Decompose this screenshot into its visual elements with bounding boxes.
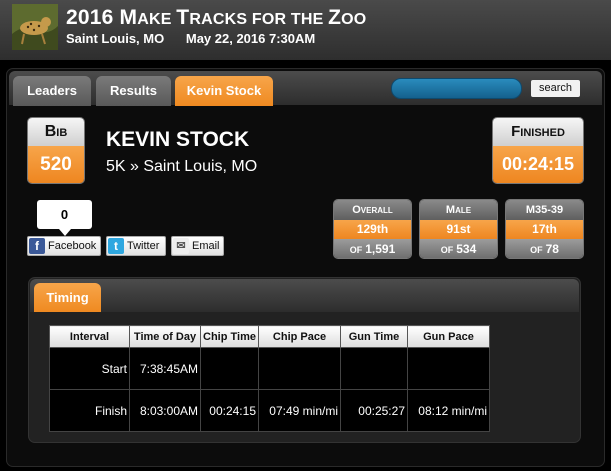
table-row: Start 7:38:45AM: [49, 347, 490, 390]
splits-header-row: Interval Time of Day Chip Time Chip Pace…: [49, 325, 490, 348]
rank-division: M35-39 17th OF 78: [505, 199, 584, 259]
table-row: Finish 8:03:00AM 00:24:15 07:49 min/mi 0…: [49, 389, 490, 432]
twitter-icon: t: [108, 238, 124, 254]
cell-chip-pace: [258, 347, 341, 390]
rank-overall: Overall 129th OF 1,591: [333, 199, 412, 259]
cell-time-of-day: 7:38:45AM: [129, 347, 201, 390]
tab-bar: Leaders Results Kevin Stock search: [9, 71, 602, 106]
event-location: Saint Louis, MO: [66, 31, 165, 46]
col-interval: Interval: [49, 325, 130, 348]
cell-chip-time: [200, 347, 259, 390]
search-input[interactable]: [391, 78, 522, 99]
cell-interval: Start: [49, 347, 130, 390]
rank-division-total: OF 78: [506, 239, 583, 258]
share-count: 0: [37, 200, 92, 236]
cell-interval: Finish: [49, 389, 130, 432]
bib-badge: Bib 520: [27, 117, 85, 184]
tab-results[interactable]: Results: [96, 76, 171, 106]
rank-gender-total: OF 534: [420, 239, 497, 258]
col-gun-time: Gun Time: [340, 325, 408, 348]
event-thumbnail: [12, 4, 58, 50]
event-datetime: May 22, 2016 7:30AM: [185, 31, 316, 46]
twitter-share-button[interactable]: t Twitter: [106, 236, 166, 256]
facebook-share-button[interactable]: f Facebook: [27, 236, 101, 256]
runner-race: 5K » Saint Louis, MO: [106, 158, 258, 175]
event-subtitle: Saint Louis, MO May 22, 2016 7:30AM: [66, 31, 333, 46]
cell-gun-time: 00:25:27: [340, 389, 408, 432]
col-gun-pace: Gun Pace: [407, 325, 490, 348]
tab-timing[interactable]: Timing: [34, 283, 101, 312]
finished-badge: Finished 00:24:15: [492, 117, 584, 184]
rank-gender-label: Male: [420, 200, 497, 220]
col-chip-time: Chip Time: [200, 325, 259, 348]
splits-table: Interval Time of Day Chip Time Chip Pace…: [49, 325, 490, 432]
cell-gun-pace: [407, 347, 490, 390]
rank-overall-label: Overall: [334, 200, 411, 220]
email-icon: ✉: [173, 238, 189, 254]
search-button[interactable]: search: [531, 80, 580, 97]
bib-number: 520: [28, 146, 84, 183]
col-chip-pace: Chip Pace: [258, 325, 341, 348]
bib-label: Bib: [28, 118, 84, 146]
cell-gun-time: [340, 347, 408, 390]
event-header: 2016 MAKE TRACKS FOR THE ZOO Saint Louis…: [0, 0, 611, 60]
rank-division-label: M35-39: [506, 200, 583, 220]
rank-gender: Male 91st OF 534: [419, 199, 498, 259]
cell-chip-pace: 07:49 min/mi: [258, 389, 341, 432]
event-title: 2016 MAKE TRACKS FOR THE ZOO: [66, 6, 367, 29]
finished-label: Finished: [493, 118, 583, 146]
cell-time-of-day: 8:03:00AM: [129, 389, 201, 432]
facebook-icon: f: [29, 238, 45, 254]
rank-overall-place: 129th: [334, 220, 411, 239]
tab-leaders[interactable]: Leaders: [13, 76, 91, 106]
timing-tab-bar: Timing: [30, 279, 579, 312]
tab-kevin-stock[interactable]: Kevin Stock: [175, 76, 273, 106]
rank-division-place: 17th: [506, 220, 583, 239]
col-time-of-day: Time of Day: [129, 325, 201, 348]
runner-name: KEVIN STOCK: [106, 128, 250, 151]
finished-time: 00:24:15: [493, 146, 583, 183]
email-share-button[interactable]: ✉ Email: [171, 236, 224, 256]
rank-gender-place: 91st: [420, 220, 497, 239]
cell-chip-time: 00:24:15: [200, 389, 259, 432]
cell-gun-pace: 08:12 min/mi: [407, 389, 490, 432]
rank-overall-total: OF 1,591: [334, 239, 411, 258]
